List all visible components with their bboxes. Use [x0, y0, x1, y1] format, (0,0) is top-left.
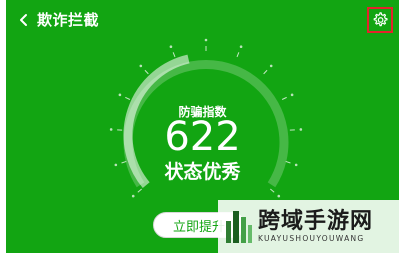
gauge-tick-mark — [239, 45, 243, 49]
gauge-tick — [125, 96, 131, 100]
gauge-tick — [281, 96, 287, 100]
gauge-tick — [270, 188, 275, 193]
gauge-tick-mark — [169, 45, 173, 49]
gauge-tick-mark — [118, 93, 122, 97]
watermark: 跨域手游网 KUAYUSHOUYOUWANG — [218, 200, 399, 253]
gauge-tick — [137, 188, 142, 193]
gauge-tick-mark — [139, 64, 143, 68]
gauge-tick — [263, 69, 268, 75]
watermark-logo — [226, 211, 252, 243]
gauge-tick-mark — [290, 93, 294, 97]
score-value: 622 — [164, 114, 241, 160]
watermark-name: 跨域手游网 — [258, 209, 374, 234]
gauge-tick — [236, 52, 240, 58]
gauge-tick-mark — [204, 38, 208, 42]
gauge-tick-mark — [131, 194, 135, 198]
gauge-tick-mark — [277, 194, 281, 198]
gauge-tick — [172, 52, 176, 58]
gauge-tick — [144, 69, 149, 75]
gauge-tick-mark — [269, 64, 273, 68]
watermark-subtitle: KUAYUSHOUYOUWANG — [258, 234, 365, 243]
score-status: 状态优秀 — [164, 161, 241, 183]
